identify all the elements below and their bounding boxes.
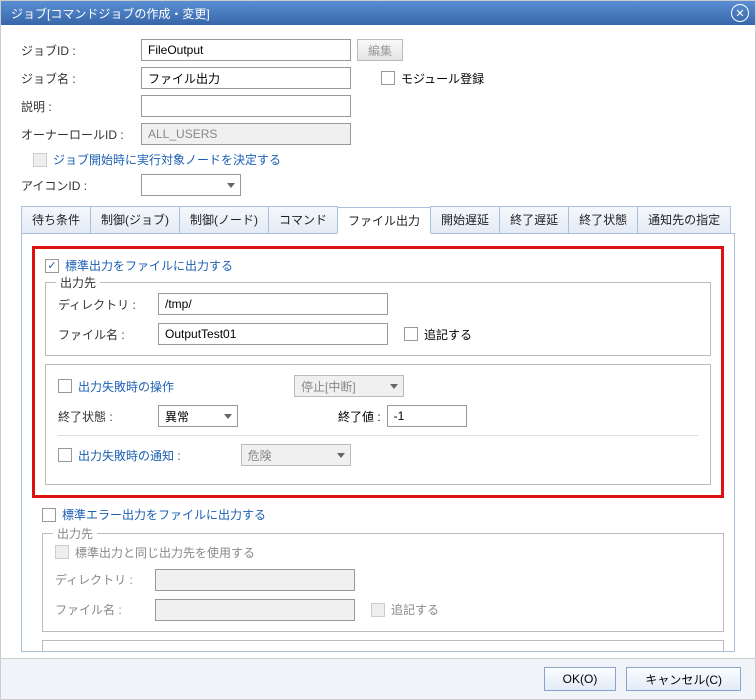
append-label: 追記する: [424, 326, 472, 343]
exit-value-label: 終了値 :: [338, 408, 381, 425]
dialog-buttons: OK(O) キャンセル(C): [1, 658, 755, 699]
fail-notify-select: 危険: [241, 444, 351, 466]
iconid-label: アイコンID :: [21, 177, 141, 194]
checkbox-icon: [404, 327, 418, 341]
checkbox-icon: [58, 448, 72, 462]
desc-input[interactable]: [141, 95, 351, 117]
jobid-label: ジョブID :: [21, 42, 141, 59]
stderr-fail-group: 出力失敗時の操作 停止[中断] 終了状態 : 異常 終了値 :: [42, 640, 724, 653]
cancel-button[interactable]: キャンセル(C): [626, 667, 741, 691]
file-input[interactable]: [158, 323, 388, 345]
tab-start-delay[interactable]: 開始遅延: [430, 206, 500, 233]
ok-button[interactable]: OK(O): [544, 667, 617, 691]
checkbox-icon: ✓: [45, 259, 59, 273]
checkbox-icon: [371, 603, 385, 617]
same-dest-label: 標準出力と同じ出力先を使用する: [75, 544, 255, 561]
stderr-fail-op-select: 停止[中断]: [271, 651, 381, 653]
fail-notify-value: 危険: [248, 447, 272, 464]
stdout-enable-label: 標準出力をファイルに出力する: [65, 257, 233, 274]
append-checkbox[interactable]: 追記する: [404, 326, 472, 343]
stderr-dest-group: 出力先 標準出力と同じ出力先を使用する ディレクトリ : ファイル名 :: [42, 533, 724, 632]
tab-notify-dest[interactable]: 通知先の指定: [637, 206, 731, 233]
decide-node-checkbox[interactable]: ジョブ開始時に実行対象ノードを決定する: [33, 151, 281, 168]
fail-notify-checkbox[interactable]: 出力失敗時の通知 :: [58, 447, 181, 464]
dir-label: ディレクトリ :: [58, 296, 158, 313]
stderr-append-label: 追記する: [391, 601, 439, 618]
stderr-section: 標準エラー出力をファイルに出力する 出力先 標準出力と同じ出力先を使用する ディ…: [42, 506, 724, 652]
decide-node-label: ジョブ開始時に実行対象ノードを決定する: [53, 151, 281, 168]
fail-op-select: 停止[中断]: [294, 375, 404, 397]
tab-command[interactable]: コマンド: [268, 206, 338, 233]
stdout-fail-group: 出力失敗時の操作 停止[中断] 終了状態 : 異常 終了値 :: [45, 364, 711, 485]
stdout-dest-title: 出力先: [56, 274, 100, 291]
exit-state-select[interactable]: 異常: [158, 405, 238, 427]
fail-op-checkbox[interactable]: 出力失敗時の操作: [58, 378, 174, 395]
module-register-label: モジュール登録: [401, 70, 484, 87]
tab-wait-cond[interactable]: 待ち条件: [21, 206, 91, 233]
checkbox-icon: [58, 379, 72, 393]
tab-control-job[interactable]: 制御(ジョブ): [90, 206, 180, 233]
iconid-select[interactable]: [141, 174, 241, 196]
stdout-enable-checkbox[interactable]: ✓ 標準出力をファイルに出力する: [45, 257, 233, 274]
checkbox-icon: [55, 545, 69, 559]
stderr-dest-title: 出力先: [53, 525, 97, 542]
stderr-file-label: ファイル名 :: [55, 601, 155, 618]
stderr-dir-input: [155, 569, 355, 591]
checkbox-icon: [33, 153, 47, 167]
stderr-enable-checkbox[interactable]: 標準エラー出力をファイルに出力する: [42, 506, 266, 523]
stdout-section-highlight: ✓ 標準出力をファイルに出力する 出力先 ディレクトリ : ファイル名 :: [32, 246, 724, 498]
stderr-enable-label: 標準エラー出力をファイルに出力する: [62, 506, 266, 523]
content-area: ジョブID : 編集 ジョブ名 : モジュール登録 説明 : オーナーロールID…: [1, 25, 755, 658]
tab-end-delay[interactable]: 終了遅延: [499, 206, 569, 233]
dialog: ジョブ[コマンドジョブの作成・変更] ✕ ジョブID : 編集 ジョブ名 : モ…: [0, 0, 756, 700]
fail-op-label: 出力失敗時の操作: [78, 378, 174, 395]
close-icon[interactable]: ✕: [731, 4, 749, 22]
jobname-input[interactable]: [141, 67, 351, 89]
dir-input[interactable]: [158, 293, 388, 315]
owner-label: オーナーロールID :: [21, 126, 141, 143]
dialog-title: ジョブ[コマンドジョブの作成・変更]: [11, 5, 210, 22]
stderr-file-input: [155, 599, 355, 621]
exit-value-input[interactable]: [387, 405, 467, 427]
desc-label: 説明 :: [21, 98, 141, 115]
same-dest-checkbox: 標準出力と同じ出力先を使用する: [55, 544, 255, 561]
jobid-input[interactable]: [141, 39, 351, 61]
exit-state-value: 異常: [165, 408, 189, 425]
tab-strip: 待ち条件 制御(ジョブ) 制御(ノード) コマンド ファイル出力 開始遅延 終了…: [21, 206, 735, 234]
stderr-append-checkbox: 追記する: [371, 601, 439, 618]
edit-button: 編集: [357, 39, 403, 61]
file-label: ファイル名 :: [58, 326, 158, 343]
module-register-checkbox[interactable]: モジュール登録: [381, 70, 484, 87]
checkbox-icon: [42, 508, 56, 522]
stdout-dest-group: 出力先 ディレクトリ : ファイル名 : 追記する: [45, 282, 711, 356]
fail-notify-label: 出力失敗時の通知 :: [78, 447, 181, 464]
stderr-dir-label: ディレクトリ :: [55, 571, 155, 588]
checkbox-icon: [381, 71, 395, 85]
titlebar: ジョブ[コマンドジョブの作成・変更] ✕: [1, 1, 755, 25]
tab-body: ✓ 標準出力をファイルに出力する 出力先 ディレクトリ : ファイル名 :: [21, 234, 735, 652]
exit-state-label: 終了状態 :: [58, 408, 158, 425]
owner-input: [141, 123, 351, 145]
tab-file-output[interactable]: ファイル出力: [337, 207, 431, 234]
tab-control-node[interactable]: 制御(ノード): [179, 206, 269, 233]
tab-end-state[interactable]: 終了状態: [568, 206, 638, 233]
fail-op-value: 停止[中断]: [301, 378, 356, 395]
jobname-label: ジョブ名 :: [21, 70, 141, 87]
